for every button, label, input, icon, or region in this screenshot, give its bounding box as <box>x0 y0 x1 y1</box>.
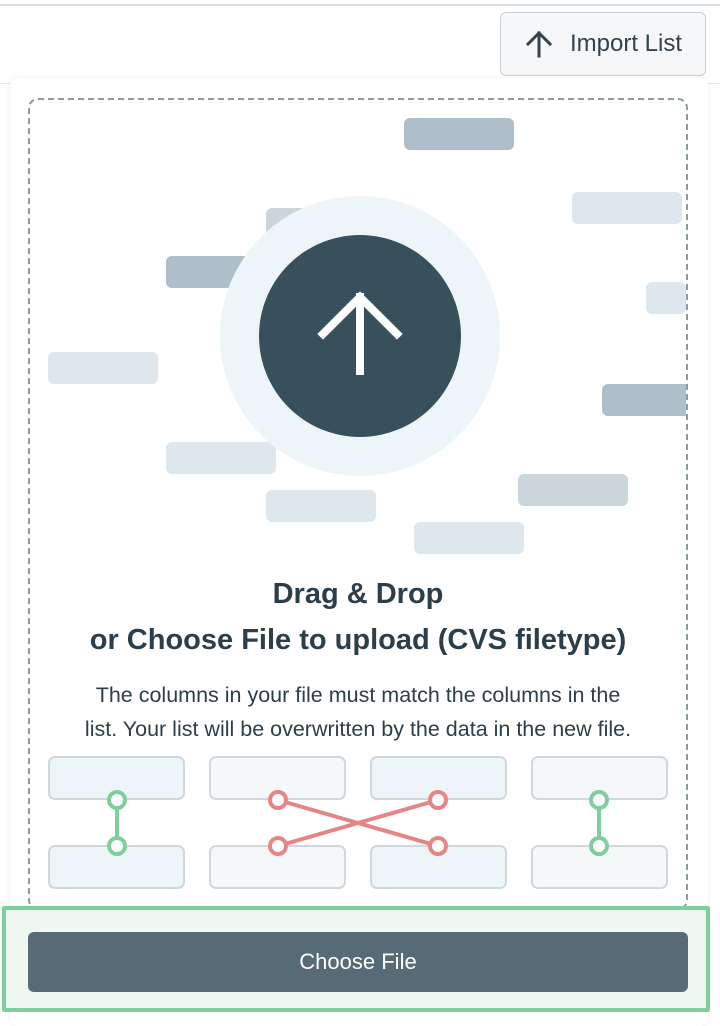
decor-pill <box>166 442 276 474</box>
mismatch-node <box>428 790 448 810</box>
dropzone-description-line2: list. Your list will be overwritten by t… <box>84 717 632 741</box>
mismatch-node <box>268 836 288 856</box>
decor-pill <box>602 384 686 416</box>
dropzone-title: Drag & Drop <box>272 578 444 610</box>
mismatch-node <box>428 836 448 856</box>
import-list-label: Import List <box>569 30 683 57</box>
arrow-up-icon <box>524 29 554 59</box>
decor-pill <box>572 192 682 224</box>
choose-file-button[interactable]: Choose File <box>28 932 688 992</box>
column-mapping-illustration <box>48 756 668 889</box>
decor-pill <box>414 522 524 554</box>
mismatch-node <box>268 790 288 810</box>
decor-pill <box>646 282 686 314</box>
arrow-up-icon <box>315 289 405 384</box>
import-list-button[interactable]: Import List <box>500 12 706 76</box>
match-node <box>589 790 609 810</box>
dropzone-description-line1: The columns in your file must match the … <box>95 683 621 707</box>
decor-pill <box>48 352 158 384</box>
match-node <box>589 836 609 856</box>
decor-pill <box>518 474 628 506</box>
match-node <box>107 836 127 856</box>
decor-pill <box>404 118 514 150</box>
decor-pill <box>266 490 376 522</box>
upload-icon-button[interactable] <box>259 235 461 437</box>
top-divider <box>0 4 720 6</box>
match-node <box>107 790 127 810</box>
dropzone-subtitle: or Choose File to upload (CVS filetype) <box>89 624 627 656</box>
file-dropzone[interactable]: Drag & Drop or Choose File to upload (CV… <box>28 98 688 910</box>
